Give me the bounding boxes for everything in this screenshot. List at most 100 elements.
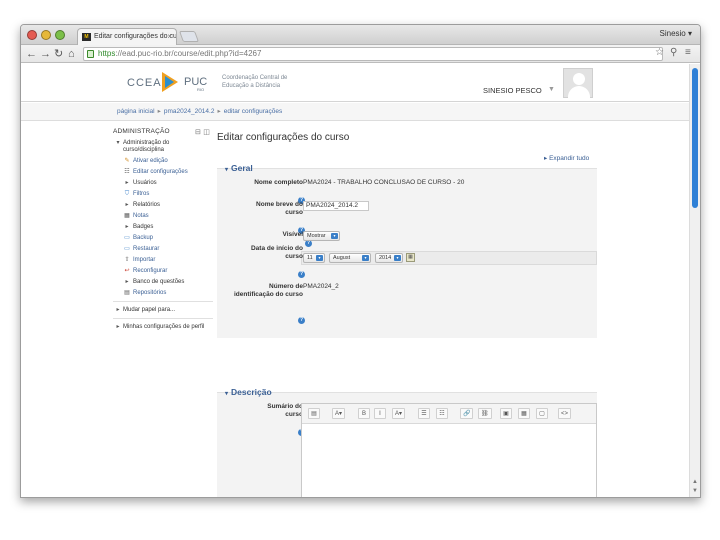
user-menu-name[interactable]: SINESIO PESCO: [483, 86, 542, 95]
html-source-icon[interactable]: <>: [558, 408, 572, 419]
site-header: CCEAD PUC RIO Coordenação Central de Edu…: [21, 64, 691, 102]
scroll-down-arrow-icon[interactable]: ▼: [692, 488, 698, 494]
image-icon[interactable]: ▣: [500, 408, 512, 419]
text-color-icon[interactable]: A▾: [392, 408, 406, 419]
general-fieldset: ▾ Geral Nome completo ? PMA2024 - TRABALH…: [217, 163, 597, 338]
avatar[interactable]: [563, 68, 593, 98]
expanded-arrow-icon: ▾: [116, 140, 120, 146]
new-tab-button[interactable]: [178, 31, 200, 42]
sidebar-item-reports[interactable]: ▸ Relatórios: [113, 202, 213, 209]
browser-toolbar: ← → ↻ ⌂ https://ead.puc-rio.br/course/ed…: [21, 45, 700, 63]
forward-icon[interactable]: →: [40, 47, 51, 61]
user-menu-caret-icon[interactable]: ▼: [548, 86, 555, 93]
sidebar-item-repositories[interactable]: ▤ Repositórios: [113, 290, 213, 297]
title-bar: M Editar configurações do cu × Sinesio ▾: [21, 25, 700, 45]
start-month-select[interactable]: August ▾: [329, 253, 371, 263]
sidebar-item-import[interactable]: ⇧ Importar: [113, 257, 213, 264]
sidebar-item-profile-settings[interactable]: ▸ Minhas configurações de perfil: [113, 324, 209, 331]
collapsed-arrow-icon: ▸: [125, 202, 129, 208]
start-month-selected: August: [333, 255, 351, 261]
import-icon: ⇧: [124, 257, 130, 263]
media-icon[interactable]: ▦: [518, 408, 530, 419]
collapsed-arrow-icon: ▸: [116, 307, 120, 313]
visible-select[interactable]: Mostrar ▾: [303, 231, 340, 241]
url-text: ://ead.puc-rio.br/course/edit.php?id=426…: [115, 49, 262, 58]
sidebar-item-users[interactable]: ▸ Usuários: [113, 180, 213, 187]
italic-icon[interactable]: I: [374, 408, 386, 419]
administration-title: ADMINISTRAÇÃO: [113, 128, 170, 135]
browser-tab[interactable]: M Editar configurações do cu ×: [77, 28, 177, 45]
bold-icon[interactable]: B: [358, 408, 370, 419]
sidebar-item-label: Editar configurações: [133, 169, 188, 175]
breadcrumb-current[interactable]: editar configurações: [224, 108, 283, 115]
description-legend[interactable]: ▾ Descrição: [225, 387, 272, 397]
sidebar-item-switch-role[interactable]: ▸ Mudar papel para...: [113, 307, 213, 314]
zoom-window-button[interactable]: [55, 30, 65, 40]
sidebar-item-label: Badges: [133, 224, 154, 230]
idnumber-input[interactable]: PMA2024_2: [303, 283, 339, 290]
sidebar-item-turn-editing-on[interactable]: ✎ Ativar edição: [113, 158, 213, 165]
sidebar-item-reset[interactable]: ↩ Reconfigurar: [113, 268, 213, 275]
minimize-window-button[interactable]: [41, 30, 51, 40]
reload-icon[interactable]: ↻: [54, 47, 63, 61]
help-icon[interactable]: ?: [305, 240, 312, 247]
profile-name[interactable]: Sinesio ▾: [660, 29, 692, 38]
unordered-list-icon[interactable]: ☰: [418, 408, 430, 419]
start-day-select[interactable]: 11 ▾: [303, 253, 325, 263]
scroll-up-arrow-icon[interactable]: ▲: [692, 479, 698, 485]
expand-all-link[interactable]: ▸ Expandir tudo: [544, 154, 589, 162]
back-icon[interactable]: ←: [26, 47, 37, 61]
reset-icon: ↩: [124, 268, 130, 274]
collapsed-arrow-icon: ▸: [125, 224, 129, 230]
general-legend[interactable]: ▾ Geral: [225, 163, 253, 173]
home-icon[interactable]: ⌂: [68, 47, 75, 61]
calendar-icon[interactable]: ▦: [406, 253, 415, 262]
shortname-label: Nome breve do curso: [256, 201, 303, 216]
sidebar-item-label: Filtros: [133, 191, 150, 197]
sidebar-item-label: Mudar papel para...: [123, 307, 176, 313]
page-viewport: CCEAD PUC RIO Coordenação Central de Edu…: [21, 64, 691, 497]
page-scrollbar[interactable]: ▲ ▼: [689, 64, 700, 497]
sidebar-item-filters[interactable]: ⛉ Filtros: [113, 191, 213, 198]
paragraph-style-icon[interactable]: A▾: [332, 408, 346, 419]
summary-label: Sumário do curso: [267, 403, 303, 418]
sidebar-item-label: Restaurar: [133, 246, 160, 252]
menu-icon[interactable]: ≡: [685, 47, 691, 58]
grades-icon: ▦: [124, 213, 130, 219]
tab-close-icon[interactable]: ×: [167, 32, 172, 41]
url-scheme: https: [98, 49, 116, 58]
block-actions-icon[interactable]: ⊟ ◫: [195, 128, 210, 136]
start-day-selected: 11: [307, 255, 313, 261]
close-window-button[interactable]: [27, 30, 37, 40]
sidebar-item-course-admin[interactable]: ▾ Administração do curso/disciplina: [113, 140, 209, 154]
summary-editor[interactable]: ▤ A▾ B I A▾ ☰ ☷ 🔗 ⛓ ▣ ▦ ▢ <>: [301, 403, 597, 497]
breadcrumb-home[interactable]: página inicial: [117, 108, 155, 115]
manage-files-icon[interactable]: ▢: [536, 408, 548, 419]
sidebar-item-backup[interactable]: ▭ Backup: [113, 235, 213, 242]
sidebar-item-label: Usuários: [133, 180, 157, 186]
breadcrumb-course[interactable]: pma2024_2014.2: [164, 108, 215, 115]
fullname-input[interactable]: PMA2024 - TRABALHO CONCLUSAO DE CURSO - …: [303, 179, 464, 186]
help-icon[interactable]: ?: [298, 317, 305, 324]
filter-icon: ⛉: [124, 191, 130, 197]
help-icon[interactable]: ?: [298, 271, 305, 278]
address-bar[interactable]: https://ead.puc-rio.br/course/edit.php?i…: [83, 47, 663, 61]
star-icon[interactable]: ☆: [655, 47, 664, 58]
search-icon[interactable]: ⚲: [670, 47, 677, 58]
sidebar-item-restore[interactable]: ▭ Restaurar: [113, 246, 213, 253]
repository-icon: ▤: [124, 290, 130, 296]
unlink-icon[interactable]: ⛓: [478, 408, 492, 419]
sidebar-item-badges[interactable]: ▸ Badges: [113, 224, 213, 231]
editor-toolbar: ▤ A▾ B I A▾ ☰ ☷ 🔗 ⛓ ▣ ▦ ▢ <>: [302, 404, 596, 424]
shortname-input[interactable]: PMA2024_2014.2: [303, 201, 369, 211]
toolbar-toggle-icon[interactable]: ▤: [308, 408, 320, 419]
ordered-list-icon[interactable]: ☷: [436, 408, 448, 419]
start-year-select[interactable]: 2014 ▾: [375, 253, 403, 263]
startdate-label: Data de início do curso: [250, 245, 303, 260]
sidebar-item-grades[interactable]: ▦ Notas: [113, 213, 213, 220]
fullname-label: Nome completo: [254, 179, 303, 186]
scrollbar-thumb[interactable]: [692, 68, 698, 208]
sidebar-item-question-bank[interactable]: ▸ Banco de questões: [113, 279, 213, 286]
link-icon[interactable]: 🔗: [460, 408, 474, 419]
sidebar-item-edit-settings[interactable]: ☷ Editar configurações: [113, 169, 213, 176]
